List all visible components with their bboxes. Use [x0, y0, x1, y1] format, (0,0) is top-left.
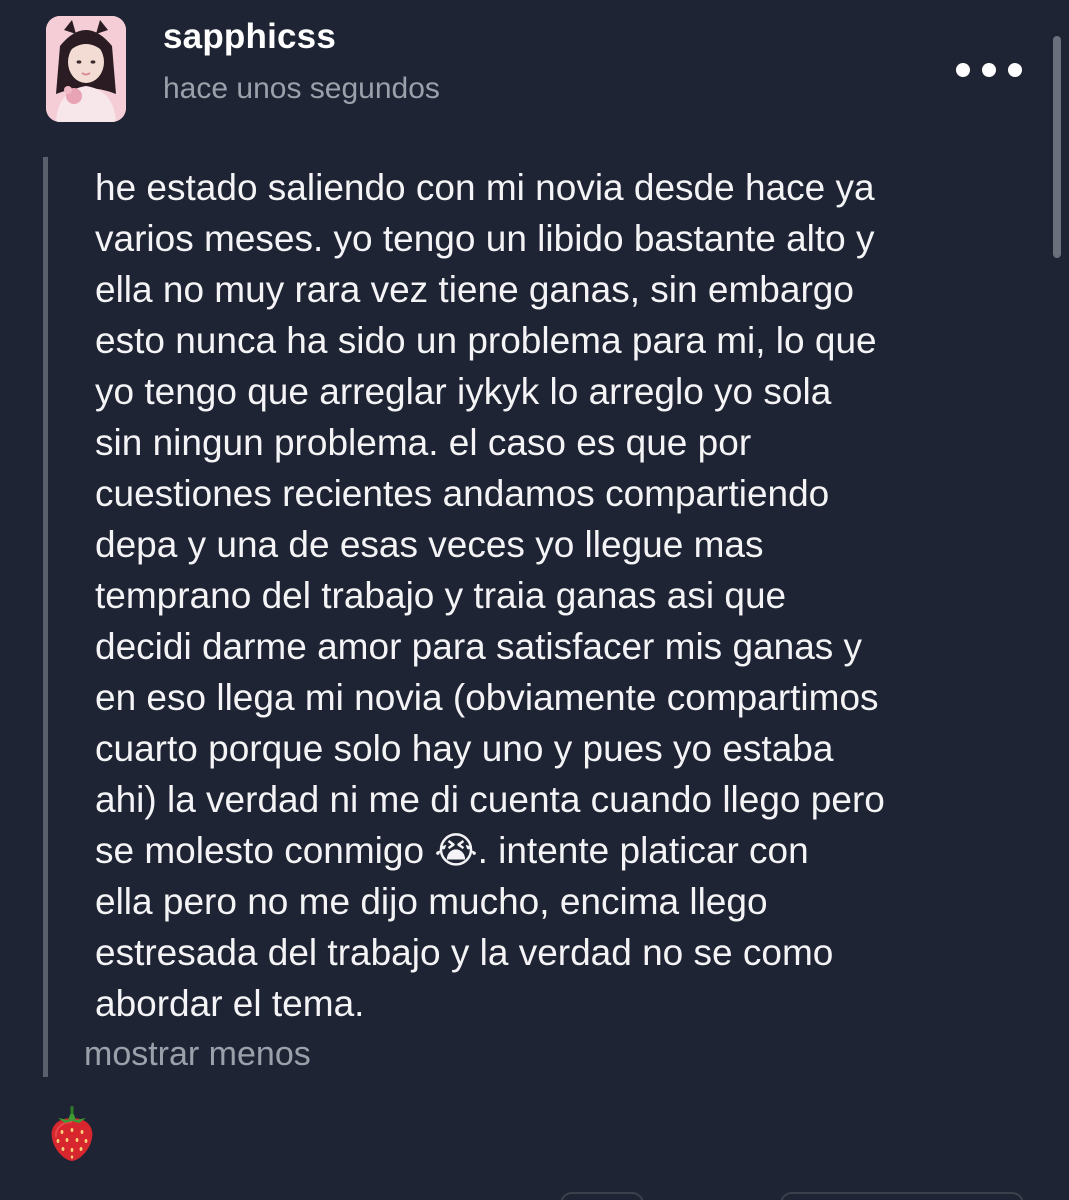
post-body-line: sin ningun problema. el caso es que por [95, 422, 752, 463]
post-body-line: esto nunca ha sido un problema para mi, … [95, 320, 877, 361]
post-body-line-with-emoji: se molesto conmigo 😭. intente platicar c… [95, 825, 1045, 876]
post-body-text: . intente platicar con [477, 830, 809, 871]
post-body-line: varios meses. yo tengo un libido bastant… [95, 218, 875, 259]
action-button-partial[interactable] [560, 1192, 644, 1200]
more-dot [1008, 63, 1022, 77]
show-less-link[interactable]: mostrar menos [84, 1035, 311, 1074]
post-body-line: en eso llega mi novia (obviamente compar… [95, 677, 879, 718]
post-body-line: yo tengo que arreglar iykyk lo arreglo y… [95, 371, 832, 412]
post-body-line: ella pero no me dijo mucho, encima llego [95, 881, 768, 922]
action-button-partial[interactable] [780, 1192, 1024, 1200]
more-options-icon[interactable] [956, 58, 1022, 82]
strawberry-icon[interactable] [48, 1106, 96, 1162]
post-body-line: estresada del trabajo y la verdad no se … [95, 932, 834, 973]
avatar[interactable] [46, 16, 126, 122]
post-body-line: cuarto porque solo hay uno y pues yo est… [95, 728, 834, 769]
post-body-line: ella no muy rara vez tiene ganas, sin em… [95, 269, 854, 310]
post-body-text: se molesto conmigo [95, 830, 425, 871]
more-dot [956, 63, 970, 77]
username[interactable]: sapphicss [163, 17, 336, 57]
post-body-line: ahi) la verdad ni me di cuenta cuando ll… [95, 779, 885, 820]
post-body-line: temprano del trabajo y traia ganas asi q… [95, 575, 787, 616]
crying-face-icon: 😭 [434, 829, 478, 872]
scrollbar-thumb[interactable] [1053, 36, 1061, 258]
post-body-line: abordar el tema. [95, 983, 365, 1024]
post-body-line: he estado saliendo con mi novia desde ha… [95, 167, 875, 208]
post-body-line: depa y una de esas veces yo llegue mas [95, 524, 764, 565]
post-body-line: cuestiones recientes andamos compartiend… [95, 473, 830, 514]
more-dot [982, 63, 996, 77]
avatar-image [46, 16, 126, 122]
post-body: he estado saliendo con mi novia desde ha… [95, 162, 1045, 1029]
post-timestamp: hace unos segundos [163, 72, 440, 105]
post-body-line: decidi darme amor para satisfacer mis ga… [95, 626, 863, 667]
quote-bar [43, 157, 48, 1077]
